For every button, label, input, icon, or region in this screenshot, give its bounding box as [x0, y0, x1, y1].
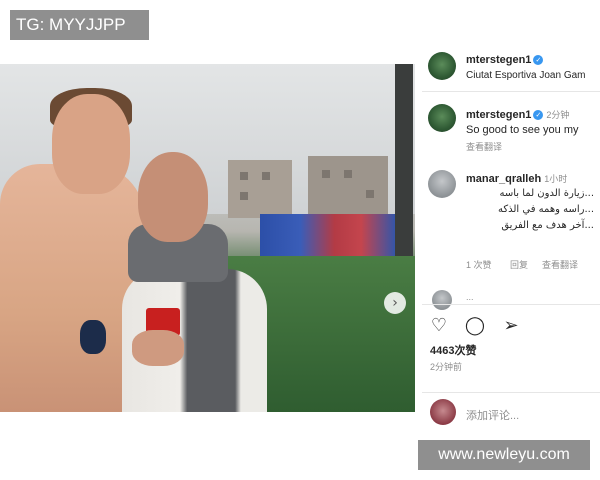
post-side-panel: mterstegen1 ✓ Ciutat Esportiva Joan Gam m…: [422, 42, 600, 440]
chevron-right-icon[interactable]: ›: [384, 292, 406, 314]
comment-icon[interactable]: ◯: [464, 315, 486, 337]
avatar[interactable]: [428, 52, 456, 80]
caption-username-text[interactable]: mterstegen1: [466, 109, 531, 121]
verified-icon: ✓: [533, 55, 544, 66]
comment-line: ...زيارة الدون لما باسه: [499, 188, 595, 199]
post-location[interactable]: Ciutat Esportiva Joan Gam: [466, 70, 586, 81]
photo-fence: [260, 214, 395, 256]
photo-building: [228, 160, 292, 218]
owner-username-text[interactable]: mterstegen1: [466, 54, 531, 66]
avatar: [430, 399, 456, 425]
post-header: mterstegen1 ✓ Ciutat Esportiva Joan Gam: [422, 42, 600, 92]
comment-line: ...آخر هدف مع الفريق: [501, 220, 594, 231]
photo-window: [344, 170, 352, 178]
avatar[interactable]: [428, 104, 456, 132]
verified-icon: ✓: [533, 110, 544, 121]
photo-window: [322, 170, 330, 178]
photo-window: [240, 172, 248, 180]
caption-text: So good to see you my: [466, 124, 579, 136]
watermark-bottom: www.newleyu.com: [418, 440, 590, 470]
photo-player-head: [52, 94, 130, 194]
photo-badge: [80, 320, 106, 354]
post-photo: ›: [0, 64, 415, 412]
comment-username[interactable]: manar_qralleh 1小时: [466, 172, 567, 185]
caption-time: 2分钟: [546, 110, 570, 120]
comment-time: 1小时: [544, 174, 568, 184]
owner-username[interactable]: mterstegen1 ✓: [466, 54, 544, 66]
comment-reply-link[interactable]: 回复: [510, 258, 528, 271]
photo-hand: [132, 330, 184, 366]
caption-translate-link[interactable]: 查看翻译: [466, 140, 502, 153]
comment-like-count[interactable]: 1 次赞: [466, 258, 492, 271]
heart-icon[interactable]: ♡: [428, 315, 450, 337]
photo-window: [240, 192, 248, 200]
add-comment-bar: 添加评论...: [422, 392, 600, 432]
comment-translate-link[interactable]: 查看翻译: [542, 258, 578, 271]
next-comment-preview: ...: [466, 292, 474, 302]
photo-man-head: [138, 152, 208, 242]
like-count[interactable]: 4463次赞: [430, 342, 476, 358]
photo-window: [366, 190, 374, 198]
comment-username-text[interactable]: manar_qralleh: [466, 173, 541, 185]
caption-username[interactable]: mterstegen1 ✓ 2分钟: [466, 108, 569, 121]
comment-input[interactable]: 添加评论...: [466, 407, 519, 423]
comment-line: ...راسه وهمه في الذكه: [498, 204, 594, 215]
post-time: 2分钟前: [430, 362, 463, 372]
photo-building: [308, 156, 388, 218]
action-bar: ♡ ◯ ➢: [422, 304, 600, 344]
avatar[interactable]: [428, 170, 456, 198]
send-icon[interactable]: ➢: [500, 315, 522, 337]
watermark-top: TG: MYYJJPP: [10, 10, 149, 40]
photo-window: [262, 172, 270, 180]
